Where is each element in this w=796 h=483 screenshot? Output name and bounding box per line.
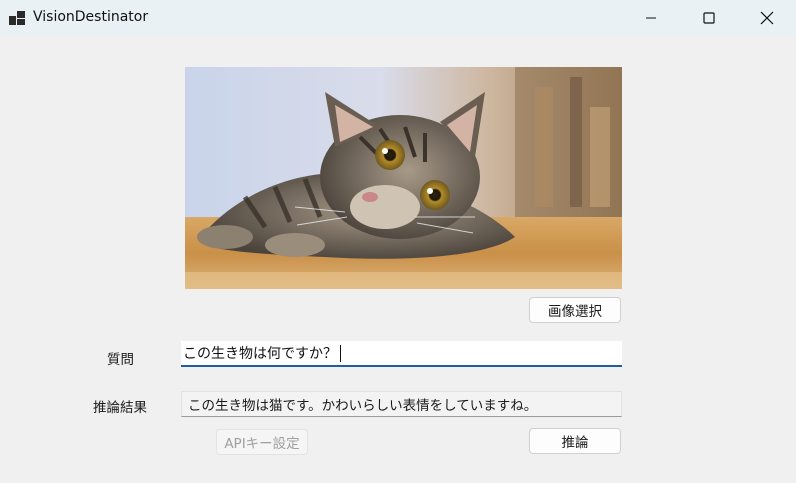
window-title: VisionDestinator bbox=[33, 9, 149, 25]
text-caret bbox=[340, 344, 341, 362]
minimize-button[interactable] bbox=[622, 0, 680, 36]
result-output[interactable]: この生き物は猫です。かわいらしい表情をしていますね。 bbox=[181, 391, 622, 417]
minimize-icon bbox=[646, 17, 656, 19]
result-label: 推論結果 bbox=[93, 400, 147, 416]
inference-button[interactable]: 推論 bbox=[529, 428, 621, 454]
title-bar: VisionDestinator bbox=[0, 0, 796, 36]
tabby-cat-photo bbox=[185, 67, 622, 289]
question-input[interactable]: この生き物は何ですか？ bbox=[181, 341, 622, 367]
question-label: 質問 bbox=[107, 352, 134, 368]
select-image-button[interactable]: 画像選択 bbox=[529, 297, 621, 323]
selected-image bbox=[185, 67, 622, 289]
api-key-settings-button[interactable]: APIキー設定 bbox=[216, 429, 308, 455]
maximize-button[interactable] bbox=[680, 0, 738, 36]
maximize-icon bbox=[703, 12, 715, 24]
result-output-value: この生き物は猫です。かわいらしい表情をしていますね。 bbox=[188, 398, 538, 414]
question-input-value: この生き物は何ですか？ bbox=[183, 346, 337, 362]
close-button[interactable] bbox=[738, 0, 796, 36]
close-icon bbox=[760, 11, 774, 25]
app-window-icon bbox=[9, 11, 25, 25]
